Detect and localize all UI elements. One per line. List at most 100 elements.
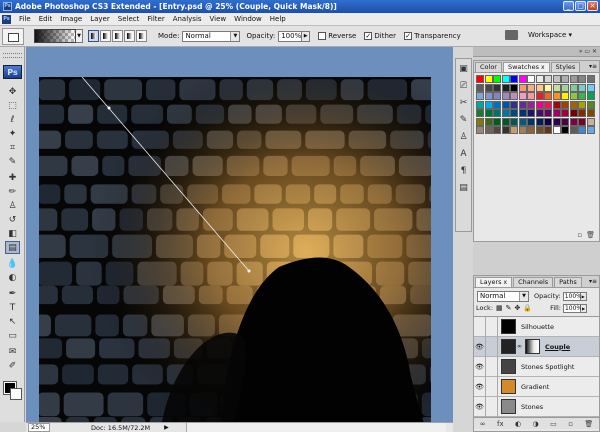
swatch[interactable] — [476, 126, 484, 134]
tab-layers[interactable]: Layers x — [475, 277, 513, 287]
diamond-gradient-button[interactable] — [136, 30, 147, 42]
notes-icon[interactable]: ✉ — [5, 345, 20, 358]
layer-mask-slot[interactable] — [486, 376, 498, 397]
swatch[interactable] — [535, 117, 544, 126]
trash-icon[interactable]: 🗑 — [584, 420, 593, 428]
swatch[interactable] — [527, 126, 535, 134]
swatch[interactable] — [535, 75, 544, 83]
swatch[interactable] — [578, 117, 586, 126]
swatch[interactable] — [586, 117, 595, 126]
swatch[interactable] — [476, 109, 484, 117]
background-color-swatch[interactable] — [10, 388, 22, 400]
swatch[interactable] — [527, 92, 535, 100]
tab-paths[interactable]: Paths — [554, 277, 582, 287]
swatch[interactable] — [493, 100, 501, 109]
swatch[interactable] — [476, 100, 484, 109]
tools-presets-icon[interactable]: ✂ — [457, 97, 470, 110]
layer-style-icon[interactable]: fx — [497, 420, 504, 428]
opacity-input[interactable]: 100% — [278, 30, 303, 42]
swatch[interactable] — [535, 83, 544, 92]
swatch[interactable] — [561, 100, 569, 109]
swatch[interactable] — [569, 117, 578, 126]
layer-mask-slot[interactable] — [486, 396, 498, 417]
swatch[interactable] — [501, 75, 510, 83]
opacity-arrow[interactable]: ▶ — [302, 30, 311, 42]
new-group-icon[interactable]: ▭ — [550, 420, 557, 428]
layer-opacity-arrow[interactable]: ▶ — [580, 291, 587, 301]
magic-wand-icon[interactable]: ✦ — [5, 127, 20, 140]
swatch[interactable] — [552, 117, 561, 126]
swatch[interactable] — [552, 109, 561, 117]
panel-menu-icon[interactable]: ▾≡ — [589, 63, 597, 70]
layer-row[interactable]: 👁 Stones — [474, 396, 599, 417]
swatch[interactable] — [518, 126, 527, 134]
app-menu-icon[interactable]: Ps — [2, 14, 11, 24]
swatch[interactable] — [569, 109, 578, 117]
history-icon[interactable]: ⎚ — [457, 80, 470, 93]
zoom-field[interactable]: 25% — [28, 423, 50, 432]
layer-opacity-input[interactable]: 100% — [562, 291, 582, 301]
swatch[interactable] — [484, 83, 493, 92]
adjustment-layer-icon[interactable]: ◑ — [533, 420, 539, 428]
swatch[interactable] — [578, 75, 586, 83]
swatch[interactable] — [510, 75, 518, 83]
swatch[interactable] — [493, 92, 501, 100]
lock-transparent-icon[interactable]: ▦ — [496, 304, 503, 312]
layer-thumbnail[interactable] — [501, 399, 516, 414]
swatch[interactable] — [527, 117, 535, 126]
swatch[interactable] — [527, 100, 535, 109]
toolbox-grip[interactable] — [3, 53, 22, 58]
layer-row[interactable]: 👁 Gradient — [474, 376, 599, 397]
swatch[interactable] — [586, 75, 595, 83]
close-icon[interactable]: x — [541, 64, 545, 71]
clone-stamp-icon[interactable]: ♙ — [5, 199, 20, 212]
swatch[interactable] — [476, 117, 484, 126]
menu-layer[interactable]: Layer — [86, 15, 114, 23]
ps-logo[interactable]: Ps — [3, 65, 22, 79]
lock-position-icon[interactable]: ✥ — [515, 304, 521, 312]
swatch[interactable] — [569, 92, 578, 100]
brush-icon[interactable]: ✏ — [5, 185, 20, 198]
swatch[interactable] — [561, 83, 569, 92]
tab-color[interactable]: Color — [475, 62, 502, 72]
swatch[interactable] — [586, 92, 595, 100]
character-icon[interactable]: A — [457, 148, 470, 161]
swatch[interactable] — [552, 75, 561, 83]
swatch[interactable] — [561, 109, 569, 117]
reflected-gradient-button[interactable] — [124, 30, 135, 42]
swatch[interactable] — [518, 75, 527, 83]
healing-icon[interactable]: ✚ — [5, 171, 20, 184]
layer-mask-slot[interactable] — [486, 356, 498, 377]
swatch[interactable] — [484, 92, 493, 100]
reverse-checkbox[interactable]: Reverse — [318, 32, 356, 40]
swatch[interactable] — [484, 75, 493, 83]
layer-row[interactable]: 👁 Stones Spotlight — [474, 356, 599, 377]
swatch[interactable] — [518, 83, 527, 92]
layer-thumbnail[interactable] — [501, 379, 516, 394]
swatch[interactable] — [561, 75, 569, 83]
visibility-eye-icon[interactable]: 👁 — [474, 376, 486, 397]
swatch[interactable] — [501, 126, 510, 134]
swatch[interactable] — [535, 126, 544, 134]
visibility-eye-icon[interactable] — [474, 316, 486, 337]
swatch[interactable] — [501, 117, 510, 126]
visibility-eye-icon[interactable]: 👁 — [474, 356, 486, 377]
add-mask-icon[interactable]: ◐ — [515, 420, 521, 428]
swatch[interactable] — [527, 83, 535, 92]
swatch[interactable] — [552, 92, 561, 100]
swatch[interactable] — [501, 100, 510, 109]
transparency-checkbox[interactable]: ✓ Transparency — [404, 32, 461, 40]
pen-icon[interactable]: ✒ — [5, 287, 20, 300]
swatch[interactable] — [569, 126, 578, 134]
visibility-eye-icon[interactable]: 👁 — [474, 396, 486, 417]
swatch[interactable] — [535, 92, 544, 100]
shape-icon[interactable]: ▭ — [5, 329, 20, 342]
horizontal-scrollbar[interactable] — [186, 423, 446, 432]
swatch[interactable] — [476, 75, 484, 83]
menu-image[interactable]: Image — [56, 15, 86, 23]
swatch[interactable] — [493, 117, 501, 126]
gradient-editor-swatch[interactable] — [34, 29, 76, 43]
move-icon[interactable]: ✥ — [5, 85, 20, 98]
swatch[interactable] — [501, 92, 510, 100]
maximize-button[interactable]: □ — [575, 1, 586, 11]
